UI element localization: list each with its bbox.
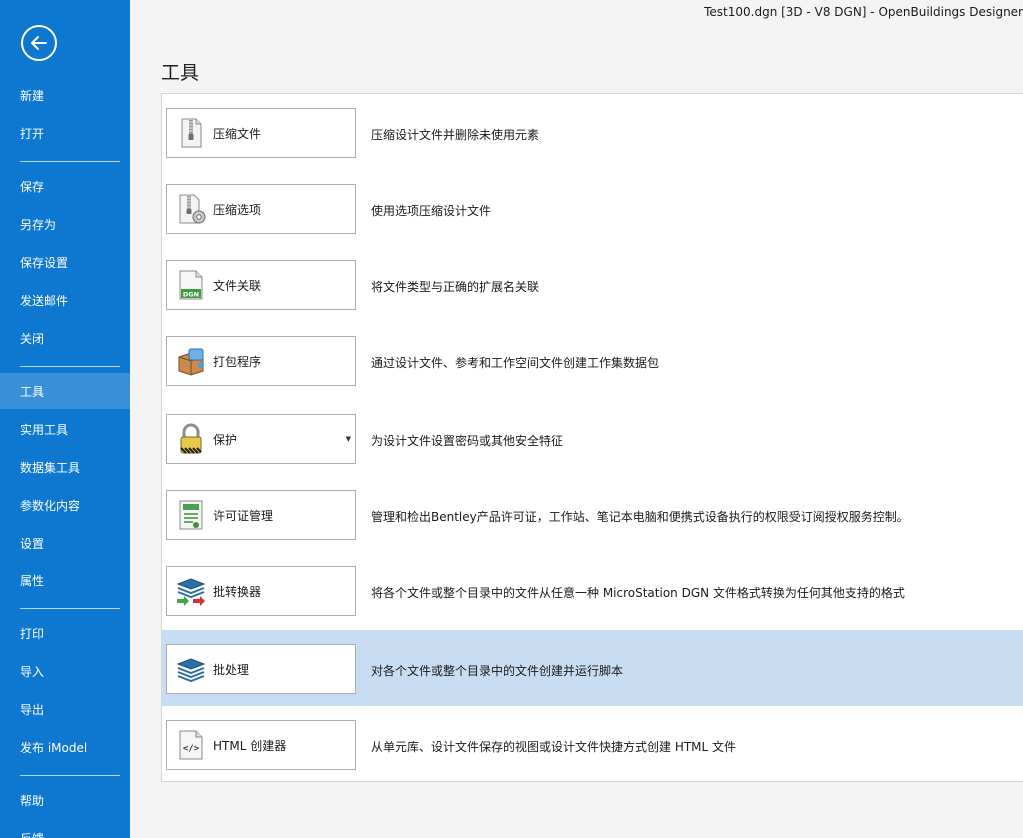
tool-description: 对各个文件或整个目录中的文件创建并运行脚本: [371, 664, 624, 678]
tool-row-compress-file: 压缩文件 压缩设计文件并删除未使用元素: [162, 94, 1023, 170]
tool-label: 压缩文件: [213, 126, 262, 141]
sidebar-item-send-mail[interactable]: 发送邮件: [0, 282, 130, 318]
tool-description: 使用选项压缩设计文件: [371, 204, 492, 218]
tool-label: 批转换器: [213, 584, 262, 599]
sidebar-item-dataset-tools[interactable]: 数据集工具: [0, 449, 130, 485]
sidebar-item-tools[interactable]: 工具: [0, 373, 130, 409]
batch-process-icon: [175, 653, 207, 685]
sidebar-item-save-as[interactable]: 另存为: [0, 206, 130, 242]
batch-process-button[interactable]: 批处理: [166, 644, 356, 694]
back-button[interactable]: [21, 25, 57, 61]
tool-row-batch-process: 批处理 对各个文件或整个目录中的文件创建并运行脚本: [162, 630, 1023, 706]
tool-row-file-association: DGN 文件关联 将文件类型与正确的扩展名关联: [162, 246, 1023, 322]
html-creator-button[interactable]: </> HTML 创建器: [166, 720, 356, 770]
dgn-file-icon: DGN: [175, 269, 207, 301]
backstage-sidebar: 新建 打开 保存 另存为 保存设置 发送邮件 关闭 工具 实用工具 数据集工具 …: [0, 0, 130, 838]
sidebar-item-save-settings[interactable]: 保存设置: [0, 244, 130, 280]
tool-row-compress-options: 压缩选项 使用选项压缩设计文件: [162, 170, 1023, 246]
sidebar-divider: [20, 775, 120, 776]
sidebar-item-help[interactable]: 帮助: [0, 782, 130, 818]
sidebar-item-utilities[interactable]: 实用工具: [0, 411, 130, 447]
tool-description: 将文件类型与正确的扩展名关联: [371, 280, 540, 294]
sidebar-item-new[interactable]: 新建: [0, 77, 130, 113]
sidebar-item-export[interactable]: 导出: [0, 691, 130, 727]
tool-row-protect: 保护 ▼ 为设计文件设置密码或其他安全特征: [162, 400, 1023, 476]
sidebar-item-feedback[interactable]: 反馈: [0, 820, 130, 838]
tool-label: HTML 创建器: [213, 738, 287, 753]
tool-row-packager: 打包程序 通过设计文件、参考和工作空间文件创建工作集数据包: [162, 322, 1023, 398]
sidebar-divider: [20, 161, 120, 162]
sidebar-divider: [20, 366, 120, 367]
sidebar-item-publish-imodel[interactable]: 发布 iModel: [0, 729, 130, 765]
sidebar-item-close[interactable]: 关闭: [0, 320, 130, 356]
license-icon: [175, 499, 207, 531]
title-bar: Test100.dgn [3D - V8 DGN] - OpenBuilding…: [130, 0, 1023, 25]
tool-description: 管理和检出Bentley产品许可证，工作站、笔记本电脑和便携式设备执行的权限受订…: [371, 510, 909, 524]
back-arrow-icon: [31, 36, 47, 50]
sidebar-item-properties[interactable]: 属性: [0, 562, 130, 598]
package-icon: [175, 345, 207, 377]
compress-options-button[interactable]: 压缩选项: [166, 184, 356, 234]
html-icon-text: </>: [183, 744, 200, 754]
window-title: Test100.dgn [3D - V8 DGN] - OpenBuilding…: [704, 5, 1023, 19]
protect-button[interactable]: 保护 ▼: [166, 414, 356, 464]
sidebar-item-open[interactable]: 打开: [0, 115, 130, 151]
dropdown-arrow-icon[interactable]: ▼: [346, 435, 351, 443]
tool-row-batch-converter: 批转换器 将各个文件或整个目录中的文件从任意一种 MicroStation DG…: [162, 552, 1023, 628]
license-management-button[interactable]: 许可证管理: [166, 490, 356, 540]
sidebar-item-import[interactable]: 导入: [0, 653, 130, 689]
zip-options-icon: [175, 193, 207, 225]
tool-label: 批处理: [213, 662, 250, 677]
zip-file-icon: [175, 117, 207, 149]
tool-label: 文件关联: [213, 278, 262, 293]
file-association-button[interactable]: DGN 文件关联: [166, 260, 356, 310]
sidebar-item-settings[interactable]: 设置: [0, 525, 130, 561]
dgn-icon-text: DGN: [183, 291, 199, 299]
sidebar-item-save[interactable]: 保存: [0, 168, 130, 204]
tool-description: 压缩设计文件并删除未使用元素: [371, 128, 540, 142]
batch-converter-button[interactable]: 批转换器: [166, 566, 356, 616]
tool-label: 打包程序: [213, 354, 262, 369]
tool-description: 为设计文件设置密码或其他安全特征: [371, 434, 564, 448]
tool-row-html-creator: </> HTML 创建器 从单元库、设计文件保存的视图或设计文件快捷方式创建 H…: [162, 706, 1023, 782]
tool-label: 许可证管理: [213, 508, 274, 523]
tool-label: 压缩选项: [213, 202, 262, 217]
sidebar-divider: [20, 608, 120, 609]
tool-description: 将各个文件或整个目录中的文件从任意一种 MicroStation DGN 文件格…: [371, 586, 905, 600]
tool-description: 通过设计文件、参考和工作空间文件创建工作集数据包: [371, 356, 660, 370]
batch-convert-icon: [175, 575, 207, 607]
sidebar-item-print[interactable]: 打印: [0, 615, 130, 651]
tool-label: 保护: [213, 432, 238, 447]
padlock-icon: [175, 423, 207, 455]
tool-row-license-management: 许可证管理 管理和检出Bentley产品许可证，工作站、笔记本电脑和便携式设备执…: [162, 476, 1023, 552]
sidebar-item-parametric-content[interactable]: 参数化内容: [0, 487, 130, 523]
compress-file-button[interactable]: 压缩文件: [166, 108, 356, 158]
page-title: 工具: [161, 62, 200, 84]
tools-panel: 压缩文件 压缩设计文件并删除未使用元素 压缩选项 使用选项压缩设计文件 DGN …: [161, 93, 1023, 782]
packager-button[interactable]: 打包程序: [166, 336, 356, 386]
tool-description: 从单元库、设计文件保存的视图或设计文件快捷方式创建 HTML 文件: [371, 740, 737, 754]
html-file-icon: </>: [175, 729, 207, 761]
